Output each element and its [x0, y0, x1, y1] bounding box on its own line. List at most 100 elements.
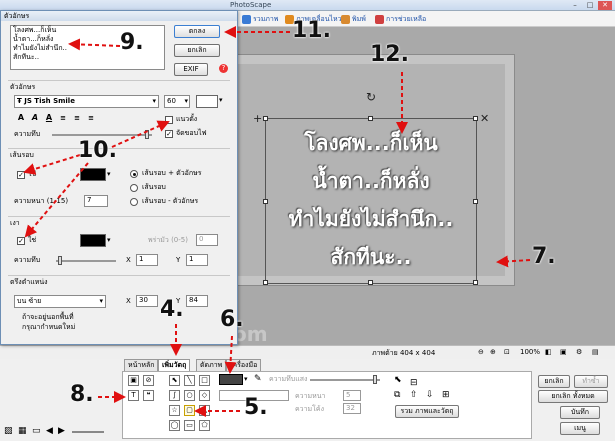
align-right-icon[interactable]: ≡ — [86, 113, 96, 123]
select-tool-icon[interactable]: ⬉ — [169, 375, 180, 386]
shadow-checkbox[interactable]: ✓ — [17, 237, 25, 245]
pen-tool-icon[interactable]: ∫ — [169, 390, 180, 401]
underline-icon[interactable]: A — [44, 113, 54, 123]
forward-icon[interactable]: ▶ — [58, 426, 65, 436]
zoom-slider[interactable] — [72, 431, 104, 433]
redo-button[interactable]: ทำซ้ำ — [574, 375, 608, 388]
zoom-out-icon[interactable]: ⊖ — [478, 348, 484, 356]
bold-icon[interactable]: A — [16, 113, 26, 123]
menu-item-print[interactable]: พิมพ์ — [341, 13, 366, 25]
maximize-button[interactable]: □ — [583, 1, 597, 10]
bring-front-icon[interactable]: ⇧ — [410, 390, 418, 400]
shadow-x-input[interactable]: 1 — [136, 254, 158, 266]
shape-tool-icon[interactable]: ◇ — [199, 390, 210, 401]
shadow-blur-input[interactable]: 0 — [196, 234, 218, 246]
chevron-down-icon[interactable]: ▾ — [107, 236, 111, 244]
copy-object-icon[interactable]: ⧉ — [394, 390, 400, 400]
shadow-color-swatch[interactable] — [80, 234, 106, 247]
font-select[interactable]: Ŧ JS Tish Smile ▾ — [14, 95, 159, 108]
add-speech-icon[interactable]: ❝ — [143, 390, 154, 401]
outline-color-swatch[interactable] — [80, 168, 106, 181]
merge-button[interactable]: รวม ภาพและวัตถุ — [395, 405, 459, 418]
resize-handle[interactable] — [368, 280, 373, 285]
position-x-input[interactable]: 30 — [136, 295, 158, 307]
photo-text-object[interactable]: โลงศพ...ก็เห็น น้ำตา..ก็หลั่ง ทำไมยังไม่… — [258, 120, 484, 280]
italic-icon[interactable]: A — [30, 113, 40, 123]
rect-tool-icon[interactable]: □ — [199, 375, 210, 386]
eyedropper-icon[interactable]: ✎ — [254, 374, 262, 384]
settings-icon[interactable]: ⚙ — [576, 348, 582, 356]
outline-option-3-radio[interactable] — [130, 198, 138, 206]
zoom-in-icon[interactable]: ⊕ — [490, 348, 496, 356]
shadow-y-input[interactable]: 1 — [186, 254, 208, 266]
add-photo-icon[interactable]: ▣ — [128, 375, 139, 386]
opacity-slider[interactable] — [310, 379, 380, 381]
align-center-icon[interactable]: ≡ — [72, 113, 82, 123]
save-button[interactable]: บันทึก — [560, 406, 600, 419]
rounded-tool-icon[interactable]: ▭ — [184, 420, 195, 431]
position-y-input[interactable]: 84 — [186, 295, 208, 307]
open-folder-icon[interactable]: ▤ — [592, 348, 599, 356]
duplicate-icon[interactable]: ⊞ — [442, 390, 450, 400]
vertical-checkbox[interactable] — [165, 116, 173, 124]
align-icon[interactable]: ⊟ — [410, 378, 418, 388]
line-tool-icon[interactable]: ╲ — [184, 375, 195, 386]
menu-item-combine[interactable]: รวมภาพ — [242, 13, 278, 25]
object-color-swatch[interactable] — [219, 374, 243, 385]
align-left-icon[interactable]: ≡ — [58, 113, 68, 123]
circle-tool-icon[interactable]: ○ — [184, 390, 195, 401]
triangle-tool-icon[interactable]: △ — [199, 405, 210, 416]
tab-add-object[interactable]: เพิ่มวัตถุ — [158, 359, 191, 371]
chevron-down-icon[interactable]: ▾ — [219, 96, 223, 104]
thickness-input[interactable]: 5 — [343, 390, 361, 401]
minimize-button[interactable]: – — [568, 1, 582, 10]
tab-tools[interactable]: เครื่องมือ — [226, 359, 262, 371]
roundness-input[interactable]: 32 — [343, 403, 361, 414]
color-dropdown-icon[interactable]: ▾ — [244, 375, 248, 383]
shadow-opacity-slider[interactable] — [56, 260, 116, 262]
undo-button[interactable]: ยกเลิก — [538, 375, 570, 388]
crop-view-icon[interactable]: ▣ — [560, 348, 567, 356]
tab-crop[interactable]: ตัดภาพ — [196, 359, 227, 371]
zoom-level[interactable]: 100% — [520, 348, 540, 356]
resize-handle[interactable] — [263, 280, 268, 285]
font-size-select[interactable]: 60 ▾ — [164, 95, 190, 108]
thumbnail-icon[interactable]: ▦ — [18, 426, 27, 436]
undo-all-button[interactable]: ยกเลิก ทั้งหมด — [538, 390, 608, 403]
image-icon[interactable]: ▨ — [4, 426, 13, 436]
add-symbol-icon[interactable]: ⊘ — [143, 375, 154, 386]
antialias-checkbox[interactable]: ✓ — [165, 130, 173, 138]
star-tool-icon[interactable]: ☆ — [169, 405, 180, 416]
opacity-slider-thumb[interactable] — [373, 375, 377, 384]
menu-item-help[interactable]: การช่วยเหลือ — [375, 13, 426, 25]
outline-option-2-radio[interactable] — [130, 184, 138, 192]
fit-icon[interactable]: ⊡ — [504, 348, 510, 356]
ok-button[interactable]: ตกลง — [174, 25, 220, 38]
polygon-tool-icon[interactable]: ⬠ — [199, 420, 210, 431]
tab-home[interactable]: หน้าหลัก — [124, 359, 159, 371]
add-text-icon[interactable]: T — [128, 390, 139, 401]
folder-icon[interactable]: ▭ — [32, 426, 41, 436]
shadow-opacity-slider-thumb[interactable] — [58, 256, 62, 265]
outline-width-input[interactable]: 7 — [84, 195, 108, 207]
close-window-button[interactable]: ✕ — [598, 1, 612, 10]
chevron-down-icon[interactable]: ▾ — [107, 170, 111, 178]
resize-handle[interactable] — [473, 280, 478, 285]
cancel-button[interactable]: ยกเลิก — [174, 44, 220, 57]
outline-checkbox[interactable]: ✓ — [17, 171, 25, 179]
text-color-swatch[interactable] — [196, 95, 218, 108]
ellipse-tool-icon[interactable]: ◯ — [169, 420, 180, 431]
cursor-icon[interactable]: ⬉ — [394, 375, 402, 385]
help-icon[interactable]: ? — [219, 64, 228, 73]
opacity-slider-thumb[interactable] — [145, 130, 149, 139]
box-tool-icon[interactable]: ▢ — [184, 405, 195, 416]
send-back-icon[interactable]: ⇩ — [426, 390, 434, 400]
outline-option-1-radio[interactable] — [130, 170, 138, 178]
exif-button[interactable]: EXIF — [174, 63, 208, 76]
opacity-slider[interactable] — [52, 134, 152, 136]
position-select[interactable]: บน ซ้าย ▾ — [14, 295, 106, 308]
back-icon[interactable]: ◀ — [46, 426, 53, 436]
rotate-handle-icon[interactable]: ↻ — [366, 90, 376, 104]
menu-button[interactable]: เมนู — [560, 422, 600, 435]
compare-icon[interactable]: ◧ — [545, 348, 552, 356]
